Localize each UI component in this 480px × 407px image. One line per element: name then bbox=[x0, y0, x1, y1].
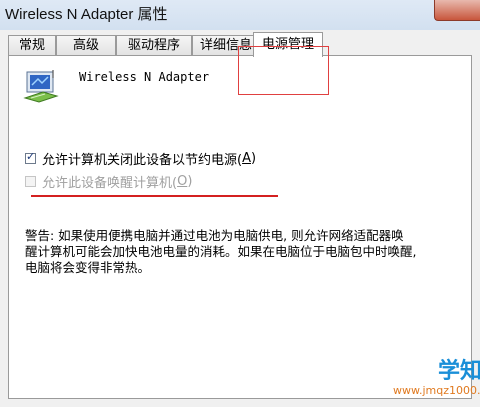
watermark-url: www.jmqz1000.com bbox=[393, 384, 480, 397]
tab-general[interactable]: 常规 bbox=[8, 35, 56, 56]
watermark: 学知网 www.jmqz1000.com bbox=[393, 360, 480, 398]
allow-wake-option: 允许此设备唤醒计算机(O) bbox=[25, 172, 192, 191]
allow-power-off-option[interactable]: 允许计算机关闭此设备以节约电源(A) bbox=[25, 149, 256, 168]
power-warning-text: 警告: 如果使用便携电脑并通过电池为电脑供电, 则允许网络适配器唤 醒计算机可能… bbox=[25, 228, 417, 275]
allow-wake-label: 允许此设备唤醒计算机( bbox=[42, 176, 178, 191]
allow-wake-hotkey: O bbox=[177, 174, 188, 189]
watermark-logo: 学知网 bbox=[437, 359, 480, 384]
red-highlight-box bbox=[238, 46, 329, 95]
allow-power-off-checkbox[interactable] bbox=[25, 150, 36, 164]
network-adapter-icon bbox=[23, 70, 59, 103]
allow-wake-suffix: ) bbox=[187, 174, 193, 189]
red-underline-annotation bbox=[31, 195, 278, 197]
title-bar: Wireless N Adapter 属性 bbox=[0, 0, 480, 30]
close-button[interactable] bbox=[434, 0, 480, 21]
allow-power-off-hotkey: A bbox=[242, 151, 251, 166]
device-name: Wireless N Adapter bbox=[79, 70, 210, 84]
properties-dialog: 常规 高级 驱动程序 详细信息 电源管理 Wireless N Adapter … bbox=[0, 30, 480, 407]
allow-power-off-label: 允许计算机关闭此设备以节约电源( bbox=[42, 153, 243, 168]
window-edge bbox=[472, 30, 480, 407]
power-management-panel: Wireless N Adapter 允许计算机关闭此设备以节约电源(A) 允许… bbox=[8, 55, 472, 399]
tab-advanced[interactable]: 高级 bbox=[56, 35, 116, 56]
tab-driver[interactable]: 驱动程序 bbox=[116, 35, 192, 56]
allow-wake-checkbox bbox=[25, 176, 36, 187]
window-title: Wireless N Adapter 属性 bbox=[5, 6, 168, 23]
allow-power-off-suffix: ) bbox=[250, 151, 257, 166]
